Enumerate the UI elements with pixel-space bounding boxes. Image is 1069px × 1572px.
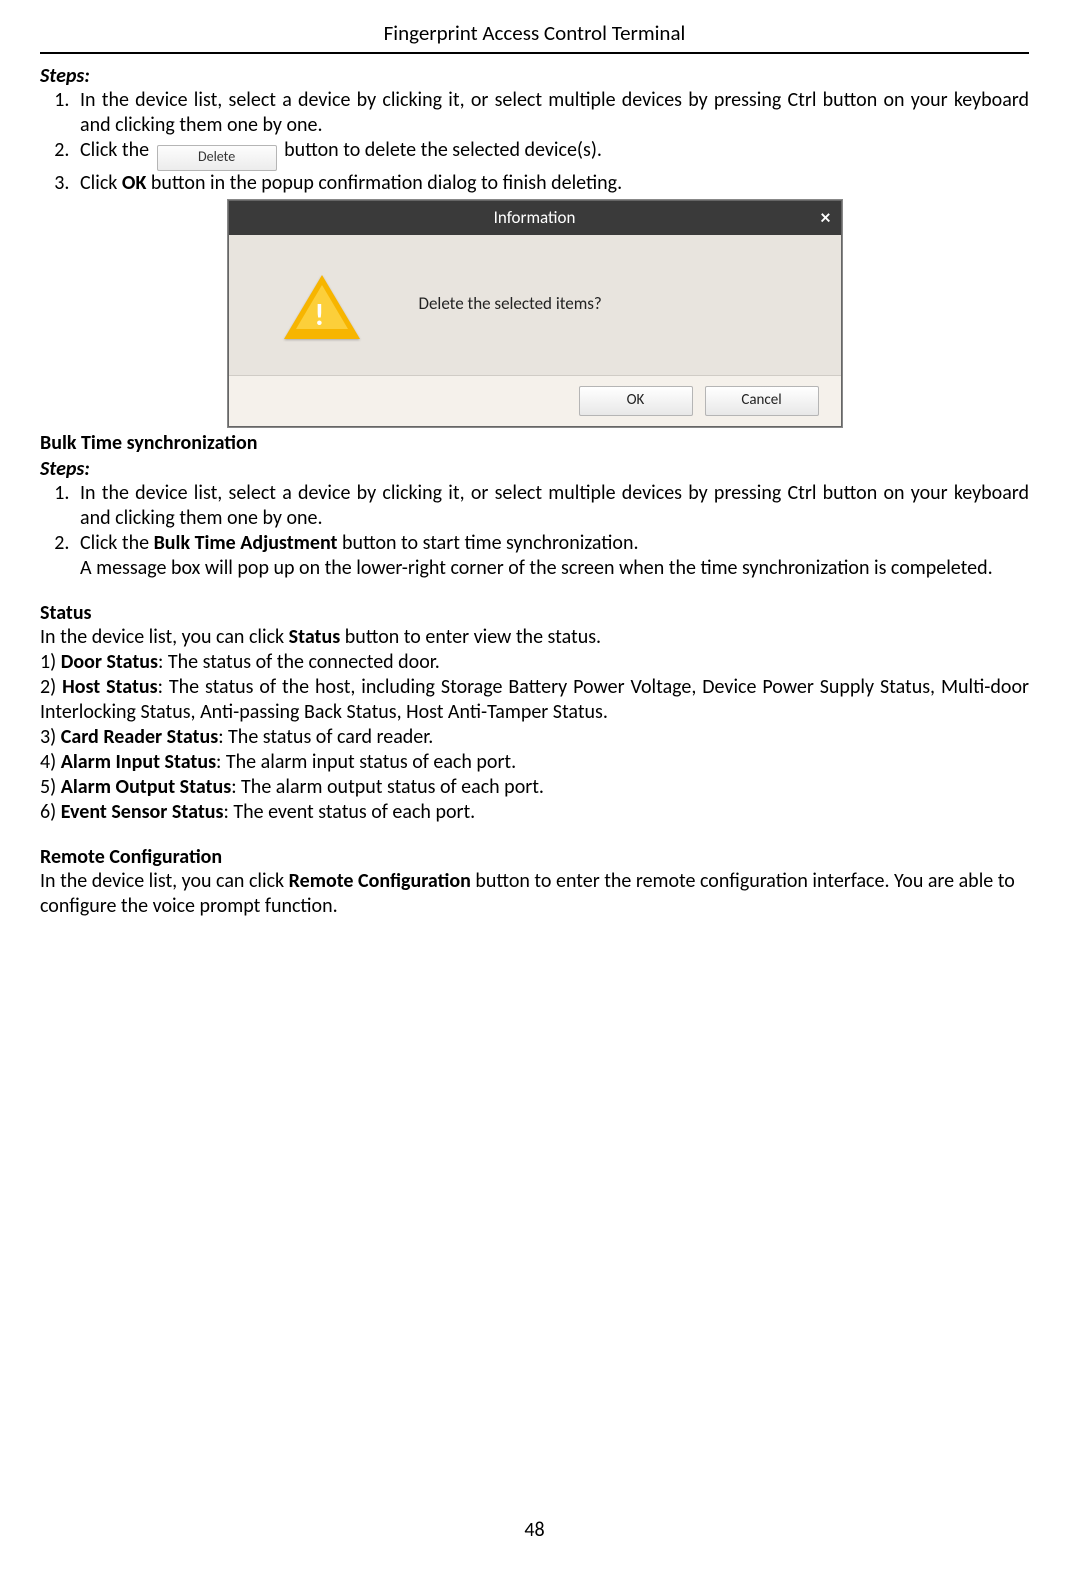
step-text: button to start time synchronization. [337, 531, 638, 555]
dialog-title-text: Information [494, 207, 576, 228]
event-sensor-status: Event Sensor Status [61, 800, 224, 824]
delete-button[interactable]: Delete [157, 145, 277, 171]
status-item: 1) Door Status: The status of the connec… [40, 650, 1029, 675]
remote-paragraph: In the device list, you can click Remote… [40, 869, 1029, 919]
step-item: In the device list, select a device by c… [74, 88, 1029, 138]
step-continuation: A message box will pop up on the lower-r… [80, 556, 1029, 581]
status-heading: Status [40, 601, 1029, 625]
ok-button[interactable]: OK [579, 386, 693, 416]
status-intro: In the device list, you can click Status… [40, 625, 1029, 650]
step-text: button to delete the selected device(s). [280, 138, 602, 162]
page-number: 48 [0, 1518, 1069, 1542]
ok-word: OK [122, 171, 146, 195]
host-status: Host Status [62, 675, 158, 699]
remote-a: In the device list, you can click [40, 869, 289, 893]
step-text: In the device list, select a device by c… [80, 481, 1029, 530]
door-status: Door Status [61, 650, 158, 674]
status-item: 5) Alarm Output Status: The alarm output… [40, 775, 1029, 800]
remote-config-word: Remote Configuration [289, 869, 471, 893]
status-item: 2) Host Status: The status of the host, … [40, 675, 1029, 725]
step-text: button in the popup confirmation dialog … [146, 171, 622, 195]
step-item: Click OK button in the popup confirmatio… [74, 171, 1029, 196]
step-text: Click the [80, 531, 154, 555]
status-num: 6) [40, 800, 56, 824]
status-tail: : The alarm input status of each port. [216, 750, 516, 774]
status-list: 1) Door Status: The status of the connec… [40, 650, 1029, 825]
status-word: Status [289, 625, 341, 649]
status-tail: : The event status of each port. [223, 800, 475, 824]
status-intro-a: In the device list, you can click [40, 625, 289, 649]
step-item: Click the Bulk Time Adjustment button to… [74, 531, 1029, 581]
status-tail: : The status of the connected door. [158, 650, 440, 674]
dialog-actions: OK Cancel [229, 375, 841, 426]
status-num: 5) [40, 775, 56, 799]
dialog-titlebar: Information × [229, 201, 841, 235]
status-item: 6) Event Sensor Status: The event status… [40, 800, 1029, 825]
bulk-heading: Bulk Time synchronization [40, 431, 1029, 455]
status-tail: : The alarm output status of each port. [231, 775, 544, 799]
step-text: Click the [80, 138, 154, 162]
status-num: 2) [40, 675, 56, 699]
status-num: 4) [40, 750, 56, 774]
alarm-output-status: Alarm Output Status [61, 775, 231, 799]
info-dialog: Information × ! Delete the selected item… [228, 200, 842, 427]
status-tail: : The status of card reader. [218, 725, 433, 749]
steps-heading-2: Steps: [40, 457, 1029, 481]
status-item: 4) Alarm Input Status: The alarm input s… [40, 750, 1029, 775]
page-header: Fingerprint Access Control Terminal [40, 20, 1029, 54]
page: Fingerprint Access Control Terminal Step… [0, 0, 1069, 1572]
status-intro-b: button to enter view the status. [340, 625, 601, 649]
cancel-button[interactable]: Cancel [705, 386, 819, 416]
steps-list-1: In the device list, select a device by c… [40, 88, 1029, 196]
bulk-adjust-word: Bulk Time Adjustment [154, 531, 338, 555]
warning-mark: ! [315, 297, 325, 334]
status-item: 3) Card Reader Status: The status of car… [40, 725, 1029, 750]
steps-list-2: In the device list, select a device by c… [40, 481, 1029, 581]
step-text: Click [80, 171, 122, 195]
dialog-message: Delete the selected items? [419, 293, 602, 314]
status-num: 1) [40, 650, 56, 674]
step-text: In the device list, select a device by c… [80, 88, 1029, 137]
status-num: 3) [40, 725, 56, 749]
close-icon[interactable]: × [821, 201, 831, 235]
alarm-input-status: Alarm Input Status [61, 750, 216, 774]
steps-heading: Steps: [40, 64, 1029, 88]
status-tail: : The status of the host, including Stor… [40, 675, 1029, 724]
remote-heading: Remote Configuration [40, 845, 1029, 869]
step-item: In the device list, select a device by c… [74, 481, 1029, 531]
dialog-body: ! Delete the selected items? [229, 235, 841, 375]
step-item: Click the Delete button to delete the se… [74, 138, 1029, 171]
card-reader-status: Card Reader Status [61, 725, 218, 749]
